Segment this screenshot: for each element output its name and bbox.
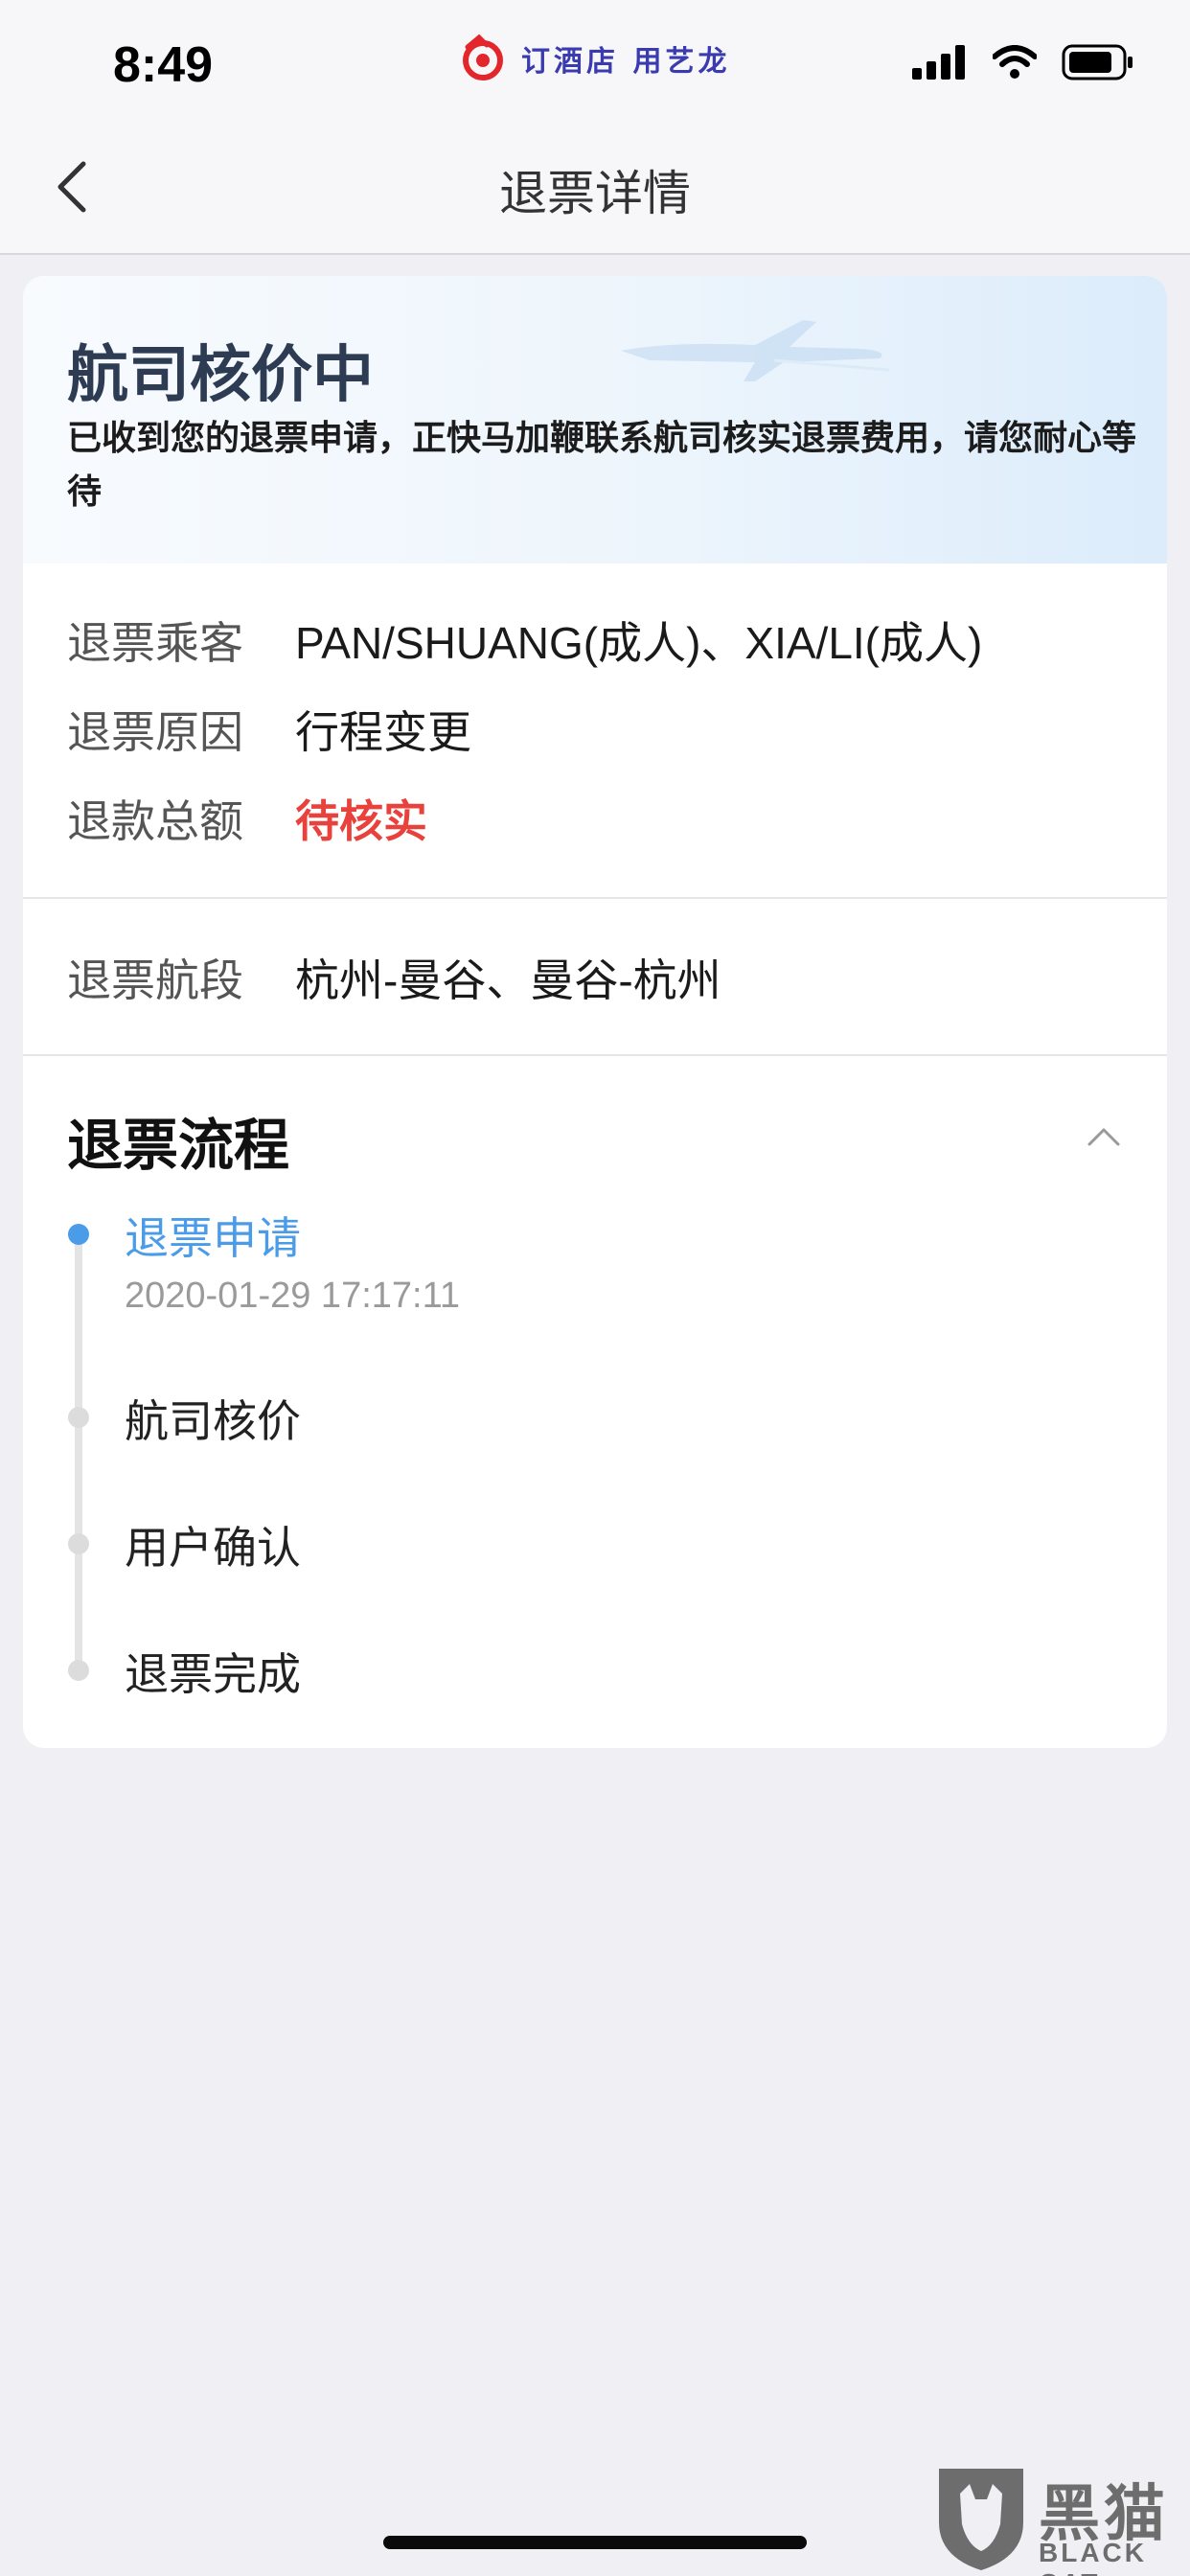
- battery-icon: [1062, 44, 1133, 80]
- ad-text: 订酒店 用艺龙: [521, 45, 731, 79]
- passengers-label: 退票乘客: [67, 617, 243, 669]
- amount-row: 退款总额 待核实: [67, 790, 427, 847]
- reason-row: 退票原因 行程变更: [67, 701, 471, 758]
- segment-label: 退票航段: [67, 954, 243, 1006]
- collapse-button[interactable]: [1075, 1108, 1133, 1165]
- step-refund-complete: 退票完成: [125, 1648, 301, 1700]
- watermark-en: BLACK CAT: [1039, 2538, 1147, 2576]
- status-title: 航司核价中: [67, 340, 374, 411]
- timeline-dot: [68, 1224, 89, 1245]
- timeline-dot: [68, 1407, 89, 1428]
- passengers-row: 退票乘客 PAN/SHUANG(成人)、XIA/LI(成人): [67, 611, 982, 669]
- header: 8:49 订酒店 用艺龙 退票详情: [0, 0, 1190, 255]
- reason-value: 行程变更: [295, 707, 471, 757]
- divider: [23, 1054, 1167, 1056]
- wifi-icon: [993, 45, 1037, 79]
- step-time: 2020-01-29 17:17:11: [125, 1276, 461, 1316]
- process-title: 退票流程: [67, 1113, 290, 1178]
- timeline-dot: [68, 1533, 89, 1554]
- step-user-confirm: 用户确认: [125, 1522, 301, 1574]
- step-refund-apply: 退票申请: [125, 1212, 301, 1264]
- status-description: 已收到您的退票申请，正快马加鞭联系航司核实退票费用，请您耐心等待: [67, 419, 1137, 512]
- home-indicator[interactable]: [383, 2536, 807, 2549]
- segment-value: 杭州-曼谷、曼谷-杭州: [295, 955, 721, 1005]
- timeline-line: [75, 1234, 82, 1666]
- ad-banner[interactable]: 订酒店 用艺龙: [458, 33, 730, 84]
- status-hero: 航司核价中 已收到您的退票申请，正快马加鞭联系航司核实退票费用，请您耐心等待: [23, 276, 1167, 564]
- segment-row: 退票航段 杭州-曼谷、曼谷-杭州: [67, 949, 721, 1006]
- chevron-up-icon: [1087, 1128, 1120, 1146]
- screen: 8:49 订酒店 用艺龙 退票详情 航司核价中 已收到您的退票申请，正快马加鞭联…: [0, 0, 1190, 2576]
- watermark: 黑猫 BLACK CAT: [927, 2465, 1190, 2576]
- status-time: 8:49: [113, 37, 214, 93]
- airplane-icon: [621, 320, 890, 381]
- timeline-dot: [68, 1660, 89, 1681]
- amount-value: 待核实: [295, 796, 427, 846]
- elong-logo-icon: [463, 34, 503, 80]
- refund-detail-card: 航司核价中 已收到您的退票申请，正快马加鞭联系航司核实退票费用，请您耐心等待 退…: [23, 276, 1167, 1748]
- page-title: 退票详情: [499, 166, 691, 221]
- status-icons: [912, 44, 1134, 80]
- reason-label: 退票原因: [67, 706, 243, 758]
- amount-label: 退款总额: [67, 795, 243, 847]
- step-airline-pricing: 航司核价: [125, 1395, 301, 1447]
- passengers-value: PAN/SHUANG(成人)、XIA/LI(成人): [295, 618, 983, 668]
- cat-shield-icon: [939, 2469, 1023, 2570]
- divider: [23, 897, 1167, 899]
- signal-icon: [912, 45, 965, 80]
